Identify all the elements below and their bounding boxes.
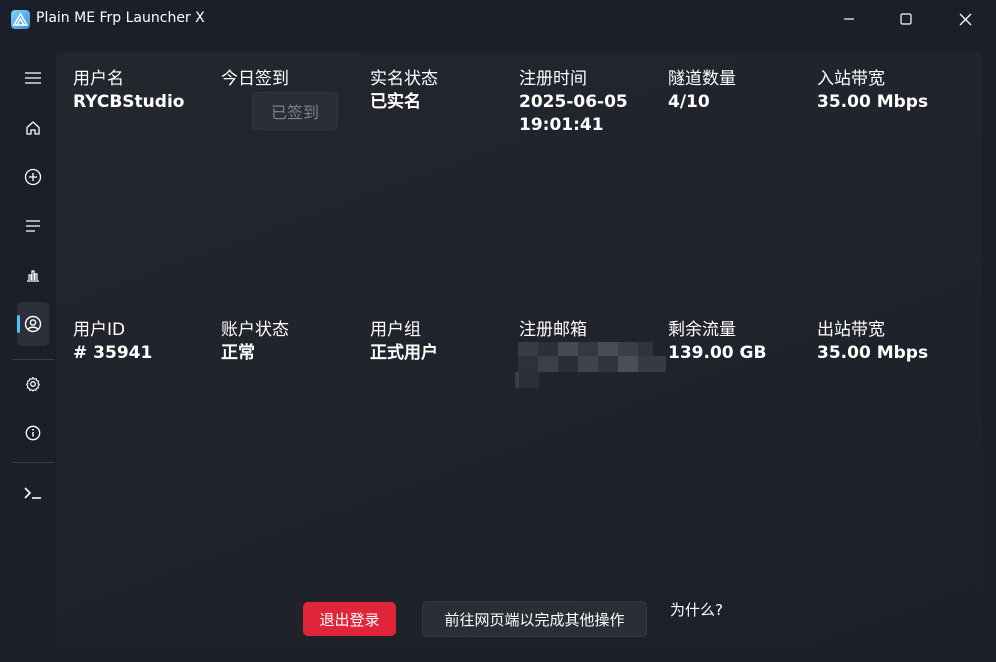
- register-date-value: 2025-06-05: [519, 92, 628, 112]
- sidebar-item-stats[interactable]: [17, 253, 49, 297]
- verification-value: 已实名: [370, 92, 421, 112]
- sidebar-item-account[interactable]: [17, 302, 49, 346]
- signin-label: 今日签到: [221, 69, 289, 89]
- user-group-value: 正式用户: [370, 343, 438, 363]
- sidebar-item-list[interactable]: [17, 204, 49, 248]
- username-label: 用户名: [73, 69, 124, 89]
- outbound-value: 35.00 Mbps: [817, 343, 929, 363]
- info-traffic: 剩余流量 139.00 GB: [668, 318, 808, 365]
- logout-button[interactable]: 退出登录: [303, 602, 396, 636]
- info-icon: [25, 425, 41, 441]
- sidebar-divider: [12, 359, 54, 360]
- chart-icon: [27, 270, 39, 282]
- minimize-button[interactable]: [820, 0, 878, 38]
- title-bar: Plain ME Frp Launcher X: [0, 0, 996, 38]
- close-icon: [959, 13, 971, 25]
- user-circle-icon: [24, 315, 42, 333]
- user-id-value: # 35941: [73, 343, 153, 363]
- info-user-id: 用户ID # 35941: [73, 318, 213, 365]
- user-id-label: 用户ID: [73, 320, 126, 340]
- window-title: Plain ME Frp Launcher X: [36, 10, 205, 26]
- info-signin: 今日签到: [221, 67, 361, 91]
- outbound-label: 出站带宽: [817, 320, 885, 340]
- register-time-label: 注册时间: [519, 69, 587, 89]
- sidebar-item-about[interactable]: [17, 411, 49, 455]
- sidebar-item-home[interactable]: [17, 106, 49, 150]
- maximize-button[interactable]: [877, 0, 935, 38]
- tunnels-label: 隧道数量: [668, 69, 736, 89]
- sidebar-item-add[interactable]: [17, 155, 49, 199]
- info-tunnels: 隧道数量 4/10: [668, 67, 808, 114]
- why-link[interactable]: 为什么?: [670, 599, 723, 620]
- sidebar: [0, 38, 56, 662]
- sidebar-item-menu[interactable]: [17, 56, 49, 100]
- tunnels-value: 4/10: [668, 92, 710, 112]
- add-circle-icon: [24, 168, 42, 186]
- user-group-label: 用户组: [370, 320, 421, 340]
- username-value: RYCBStudio: [73, 92, 185, 112]
- open-web-button[interactable]: 前往网页端以完成其他操作: [422, 601, 647, 637]
- inbound-label: 入站带宽: [817, 69, 885, 89]
- info-username: 用户名 RYCBStudio: [73, 67, 213, 114]
- close-button[interactable]: [936, 0, 994, 38]
- info-account-status: 账户状态 正常: [221, 318, 361, 365]
- info-verification: 实名状态 已实名: [370, 67, 510, 114]
- sidebar-divider: [12, 462, 54, 463]
- verification-label: 实名状态: [370, 69, 438, 89]
- email-label: 注册邮箱: [519, 320, 587, 340]
- app-logo-icon: [11, 10, 30, 29]
- gear-icon: [25, 376, 41, 392]
- info-user-group: 用户组 正式用户: [370, 318, 510, 365]
- account-status-label: 账户状态: [221, 320, 289, 340]
- sidebar-item-settings[interactable]: [17, 362, 49, 406]
- info-email: 注册邮箱: [519, 318, 659, 342]
- terminal-icon: [24, 487, 41, 499]
- sidebar-item-console[interactable]: [17, 471, 49, 515]
- info-register-time: 注册时间 2025-06-05 19:01:41: [519, 67, 659, 137]
- info-outbound: 出站带宽 35.00 Mbps: [817, 318, 957, 365]
- maximize-icon: [900, 13, 912, 25]
- hamburger-icon: [25, 72, 41, 84]
- home-icon: [26, 121, 40, 135]
- info-inbound: 入站带宽 35.00 Mbps: [817, 67, 957, 114]
- inbound-value: 35.00 Mbps: [817, 92, 929, 112]
- signed-in-button[interactable]: 已签到: [252, 92, 338, 130]
- traffic-value: 139.00 GB: [668, 343, 767, 363]
- traffic-label: 剩余流量: [668, 320, 736, 340]
- account-status-value: 正常: [221, 343, 255, 363]
- list-icon: [26, 220, 40, 232]
- minimize-icon: [844, 18, 854, 20]
- register-time-value: 19:01:41: [519, 115, 604, 135]
